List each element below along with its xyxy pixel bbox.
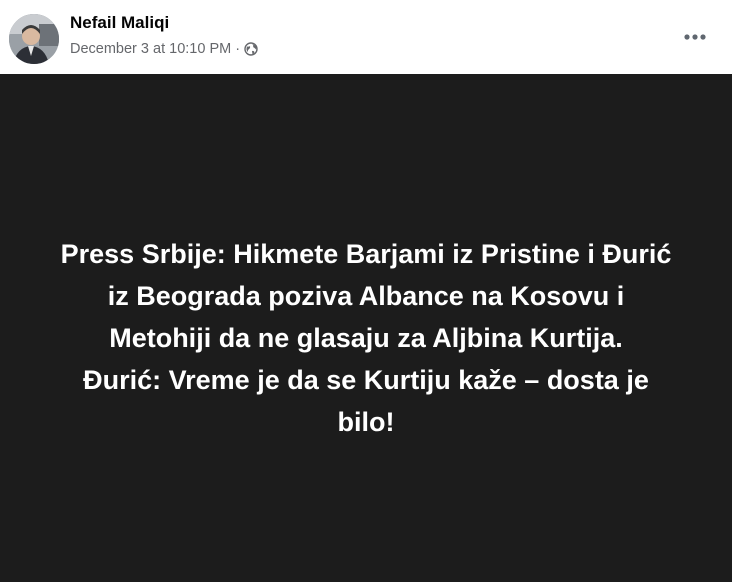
post-text-background: Press Srbije: Hikmete Barjami iz Pristin…: [0, 74, 732, 582]
post-meta: December 3 at 10:10 PM ·: [70, 41, 258, 57]
more-options-button[interactable]: [678, 21, 712, 53]
post-text-line: Press Srbije: Hikmete Barjami iz Pristin…: [60, 239, 672, 269]
post-timestamp[interactable]: December 3 at 10:10 PM: [70, 41, 231, 57]
post-text: Press Srbije: Hikmete Barjami iz Pristin…: [20, 233, 712, 443]
meta-separator: ·: [235, 41, 241, 57]
avatar-image: [9, 14, 59, 64]
facebook-post: Nefail Maliqi December 3 at 10:10 PM · P…: [0, 0, 732, 582]
globe-icon[interactable]: [244, 42, 258, 56]
avatar[interactable]: [9, 14, 59, 64]
post-text-line: iz Beograda poziva Albance na Kosovu i: [107, 281, 625, 311]
post-text-line: Đurić: Vreme je da se Kurtiju kaže – dos…: [83, 365, 649, 395]
post-header: Nefail Maliqi December 3 at 10:10 PM ·: [0, 0, 732, 74]
more-options-icon: [684, 34, 706, 40]
post-text-line: bilo!: [337, 407, 395, 437]
author-name[interactable]: Nefail Maliqi: [70, 13, 169, 33]
post-text-line: Metohiji da ne glasaju za Aljbina Kurtij…: [109, 323, 623, 353]
